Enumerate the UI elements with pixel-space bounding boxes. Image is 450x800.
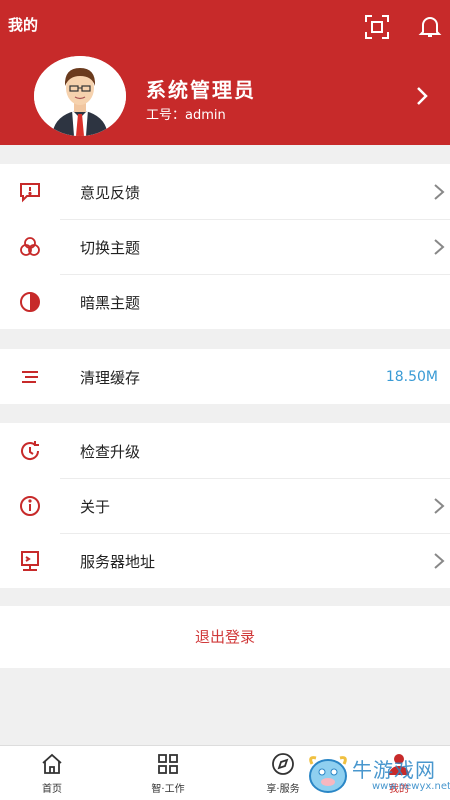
menu-item-label: 意见反馈 [80,184,141,202]
user-name: 系统管理员 [146,78,256,102]
chevron-right-icon [434,239,445,255]
menu-item-label: 检查升级 [80,443,141,461]
menu-item-label: 暗黑主题 [80,294,141,312]
server-icon [21,551,39,571]
feedback-icon [20,183,40,203]
chevron-right-icon [434,498,445,514]
tab-label: 首页 [42,784,62,795]
watermark-url: www.newyx.net [372,781,450,792]
avatar[interactable] [34,56,126,136]
dark-mode-icon [20,292,40,312]
update-icon [21,441,40,460]
clear-cache-icon [22,371,38,383]
tab-home[interactable]: 首页 [7,746,97,800]
tab-work[interactable]: 智·工作 [123,746,213,800]
chevron-right-icon [434,553,445,569]
chevron-right-icon [434,184,445,200]
menu-item-dark-theme[interactable]: 暗黑主题 [0,274,450,329]
compass-icon [272,753,294,775]
menu-item-label: 清理缓存 [80,369,141,387]
profile-header: 我的 系统管理员 工号：admin [0,0,450,145]
menu-group-cache: 清理缓存 18.50M [0,349,450,404]
theme-icon [20,237,40,256]
user-id: 工号：admin [146,108,226,123]
menu-group-system: 检查升级 关于 服务器地址 [0,423,450,588]
menu-item-server-address[interactable]: 服务器地址 [0,533,450,588]
scan-icon[interactable] [364,14,390,40]
watermark-text: 牛游戏网 [352,758,436,782]
chevron-right-icon[interactable] [412,84,432,108]
page-title: 我的 [8,16,39,34]
menu-item-label: 服务器地址 [80,553,156,571]
menu-item-switch-theme[interactable]: 切换主题 [0,219,450,274]
info-icon [20,496,40,516]
menu-group-general: 意见反馈 切换主题 暗黑主题 [0,164,450,329]
grid-icon [158,754,178,774]
menu-item-feedback[interactable]: 意见反馈 [0,164,450,219]
menu-item-about[interactable]: 关于 [0,478,450,533]
menu-item-check-update[interactable]: 检查升级 [0,423,450,478]
tab-label: 智·工作 [151,784,185,795]
mascot-logo [309,756,347,793]
cache-size: 18.50M [385,369,438,385]
logout-button[interactable]: 退出登录 [0,606,450,668]
menu-item-label: 关于 [80,498,111,516]
menu-item-clear-cache[interactable]: 清理缓存 18.50M [0,349,450,404]
home-icon [42,753,62,774]
bell-icon[interactable] [417,13,443,39]
watermark: 牛游戏网 www.newyx.net [302,748,450,800]
menu-item-label: 切换主题 [80,239,141,257]
